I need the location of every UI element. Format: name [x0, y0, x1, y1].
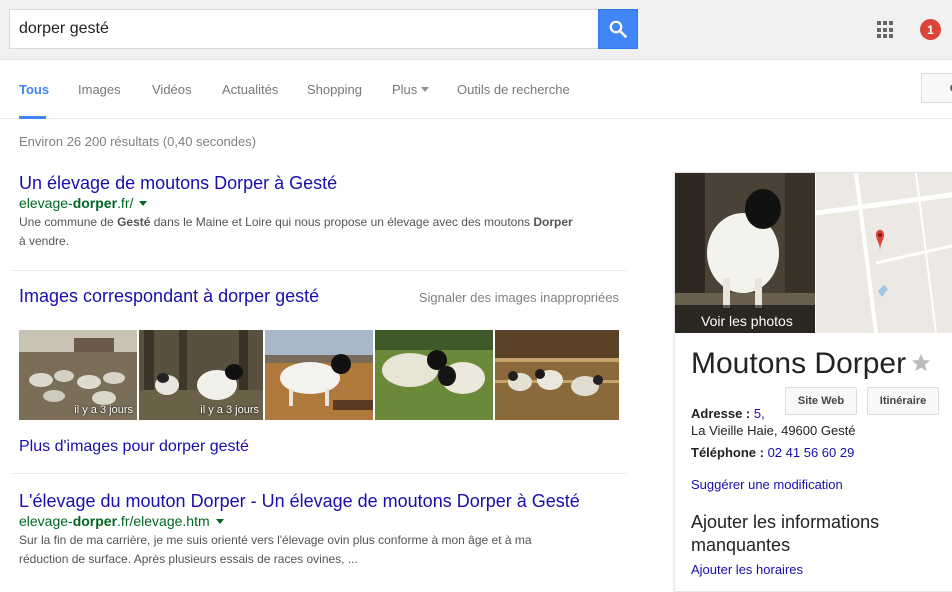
- result-url: elevage-dorper.fr/: [19, 194, 619, 212]
- suggest-edit-link[interactable]: Suggérer une modification: [691, 477, 843, 492]
- tab-images[interactable]: Images: [78, 82, 121, 97]
- missing-info-heading: Ajouter les informations manquantes: [691, 512, 880, 555]
- apps-grid-icon[interactable]: [877, 21, 895, 39]
- directions-button[interactable]: Itinéraire: [867, 387, 939, 415]
- more-images-link[interactable]: Plus d'images pour dorper gesté: [19, 438, 249, 456]
- snippet-text: Une commune de: [19, 215, 118, 229]
- panel-title: Moutons Dorper: [691, 347, 907, 380]
- add-hours-link[interactable]: Ajouter les horaires: [691, 562, 803, 577]
- snippet-keyword: Dorper: [533, 215, 573, 229]
- dorper-sheep-barn-image: [495, 330, 619, 420]
- tab-more[interactable]: Plus: [392, 82, 430, 97]
- result-url-suffix: .fr/: [117, 195, 134, 211]
- address-row: Adresse : 5, La Vieille Haie, 49600 Gest…: [691, 405, 856, 439]
- image-thumbnail[interactable]: il y a 3 jours: [19, 330, 137, 420]
- image-thumbnail[interactable]: [265, 330, 373, 420]
- active-tab-indicator: [19, 116, 46, 119]
- search-input[interactable]: [10, 10, 598, 48]
- tab-all[interactable]: Tous: [19, 82, 49, 97]
- url-dropdown-icon[interactable]: [215, 519, 224, 524]
- knowledge-panel: Voir les photos Moutons Dorper Site Web …: [674, 172, 952, 592]
- report-images-link[interactable]: Signaler des images inappropriées: [419, 290, 619, 305]
- chevron-down-icon: [421, 87, 430, 92]
- divider: [11, 473, 627, 474]
- phone-link[interactable]: 02 41 56 60 29: [768, 445, 855, 460]
- tab-search-tools[interactable]: Outils de recherche: [457, 82, 570, 97]
- images-block-header: Images correspondant à dorper gesté Sign…: [19, 286, 619, 307]
- panel-photo[interactable]: Voir les photos: [675, 173, 815, 333]
- thumbnail-caption: il y a 3 jours: [74, 404, 133, 416]
- address-label: Adresse :: [691, 406, 751, 421]
- result-url-prefix: elevage-: [19, 513, 73, 529]
- url-dropdown-icon[interactable]: [139, 201, 148, 206]
- phone-row: Téléphone : 02 41 56 60 29: [691, 444, 854, 461]
- divider: [11, 270, 627, 271]
- image-thumbnail[interactable]: [495, 330, 619, 420]
- image-thumbnail[interactable]: il y a 3 jours: [139, 330, 263, 420]
- search-tabs: Tous Images Vidéos Actualités Shopping P…: [0, 60, 952, 119]
- result-snippet: Sur la fin de ma carrière, je me suis or…: [19, 531, 619, 569]
- search-box[interactable]: [9, 9, 598, 49]
- header-bar: 1: [0, 0, 952, 60]
- images-block-title[interactable]: Images correspondant à dorper gesté: [19, 286, 319, 306]
- address-line: La Vieille Haie, 49600 Gesté: [691, 423, 856, 438]
- search-icon: [609, 20, 627, 38]
- settings-button[interactable]: [921, 73, 952, 103]
- notification-badge[interactable]: 1: [920, 19, 941, 40]
- result-title-link[interactable]: L'élevage du mouton Dorper - Un élevage …: [19, 490, 619, 512]
- map-image: [816, 173, 952, 333]
- gear-icon: [950, 84, 952, 92]
- snippet-text: à vendre.: [19, 234, 70, 248]
- result-title-link[interactable]: Un élevage de moutons Dorper à Gesté: [19, 172, 619, 194]
- result-url-keyword: dorper: [72, 513, 118, 529]
- result-url: elevage-dorper.fr/elevage.htm: [19, 512, 619, 530]
- result-url-keyword: dorper: [72, 195, 118, 211]
- address-number-link[interactable]: 5,: [754, 406, 765, 421]
- snippet-keyword: Gesté: [117, 215, 151, 229]
- tab-videos[interactable]: Vidéos: [152, 82, 192, 97]
- snippet-text: réduction de surface. Après plusieurs es…: [19, 552, 358, 566]
- phone-label: Téléphone :: [691, 445, 764, 460]
- result-stats: Environ 26 200 résultats (0,40 secondes): [19, 134, 257, 149]
- panel-map[interactable]: [816, 173, 952, 333]
- snippet-text: dans le Maine et Loire qui nous propose …: [150, 215, 534, 229]
- dorper-sheep-grass-image: [375, 330, 493, 420]
- tab-more-label: Plus: [392, 82, 418, 97]
- image-thumbnail[interactable]: [375, 330, 493, 420]
- see-photos-label: Voir les photos: [701, 313, 793, 329]
- star-icon[interactable]: [911, 353, 931, 373]
- result-url-suffix: .fr/elevage.htm: [117, 513, 210, 529]
- thumbnail-caption: il y a 3 jours: [200, 404, 259, 416]
- search-result: L'élevage du mouton Dorper - Un élevage …: [19, 490, 619, 569]
- result-url-prefix: elevage-: [19, 195, 73, 211]
- tab-news[interactable]: Actualités: [222, 82, 278, 97]
- search-result: Un élevage de moutons Dorper à Gesté ele…: [19, 172, 619, 251]
- result-snippet: Une commune de Gesté dans le Maine et Lo…: [19, 213, 619, 251]
- search-button[interactable]: [598, 9, 638, 49]
- tab-shopping[interactable]: Shopping: [307, 82, 362, 97]
- snippet-text: Sur la fin de ma carrière, je me suis or…: [19, 533, 532, 547]
- dorper-sheep-plain-image: [265, 330, 373, 420]
